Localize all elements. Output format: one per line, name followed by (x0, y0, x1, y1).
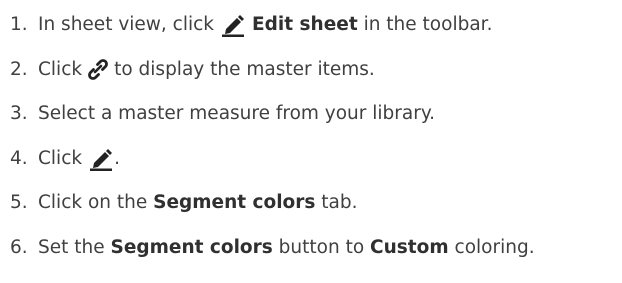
step-text: Click . (38, 144, 120, 174)
step-text-part: coloring. (454, 236, 535, 258)
edit-sheet-label: Edit sheet (252, 14, 358, 35)
step-6: 6. Set the Segment colors button to Cust… (10, 233, 615, 263)
pencil-icon (88, 147, 114, 171)
step-text-part: to display the master items. (114, 58, 375, 80)
step-text-part: Select a master measure from your librar… (38, 103, 436, 125)
segment-colors-label: Segment colors (110, 236, 273, 258)
step-text-part: tab. (321, 192, 358, 214)
step-text: Set the Segment colors button to Custom … (38, 233, 535, 263)
step-text-part: button to (278, 236, 365, 258)
step-text: Click on the Segment colors tab. (38, 188, 358, 218)
pencil-icon (220, 13, 246, 37)
step-4: 4. Click . (10, 144, 615, 174)
step-text-part: Set the (38, 236, 105, 258)
step-text-part: Click on the (38, 192, 148, 214)
step-number: 3. (10, 103, 28, 125)
step-number: 1. (10, 14, 28, 35)
step-text-part: in the toolbar. (363, 14, 493, 35)
step-text: Click to display the master items. (38, 55, 375, 85)
step-text: Select a master measure from your librar… (38, 99, 435, 129)
step-text-part: In sheet view, click (38, 14, 215, 35)
step-text-part: . (114, 147, 120, 169)
step-text: In sheet view, click Edit sheet in the t… (38, 10, 492, 40)
instruction-steps-list: 1. In sheet view, click Edit sheet in th… (10, 10, 615, 278)
step-number: 6. (10, 236, 28, 258)
step-number: 2. (10, 58, 28, 80)
step-text-part: Click (38, 58, 83, 80)
step-5: 5. Click on the Segment colors tab. (10, 188, 615, 218)
segment-colors-label: Segment colors (153, 192, 316, 214)
custom-label: Custom (370, 236, 449, 258)
link-icon (88, 58, 109, 82)
step-text-part: Click (38, 147, 83, 169)
step-2: 2. Click to display the master items. (10, 55, 615, 85)
step-number: 5. (10, 192, 28, 214)
step-number: 4. (10, 147, 28, 169)
step-3: 3. Select a master measure from your lib… (10, 99, 615, 129)
step-1: 1. In sheet view, click Edit sheet in th… (10, 10, 615, 40)
